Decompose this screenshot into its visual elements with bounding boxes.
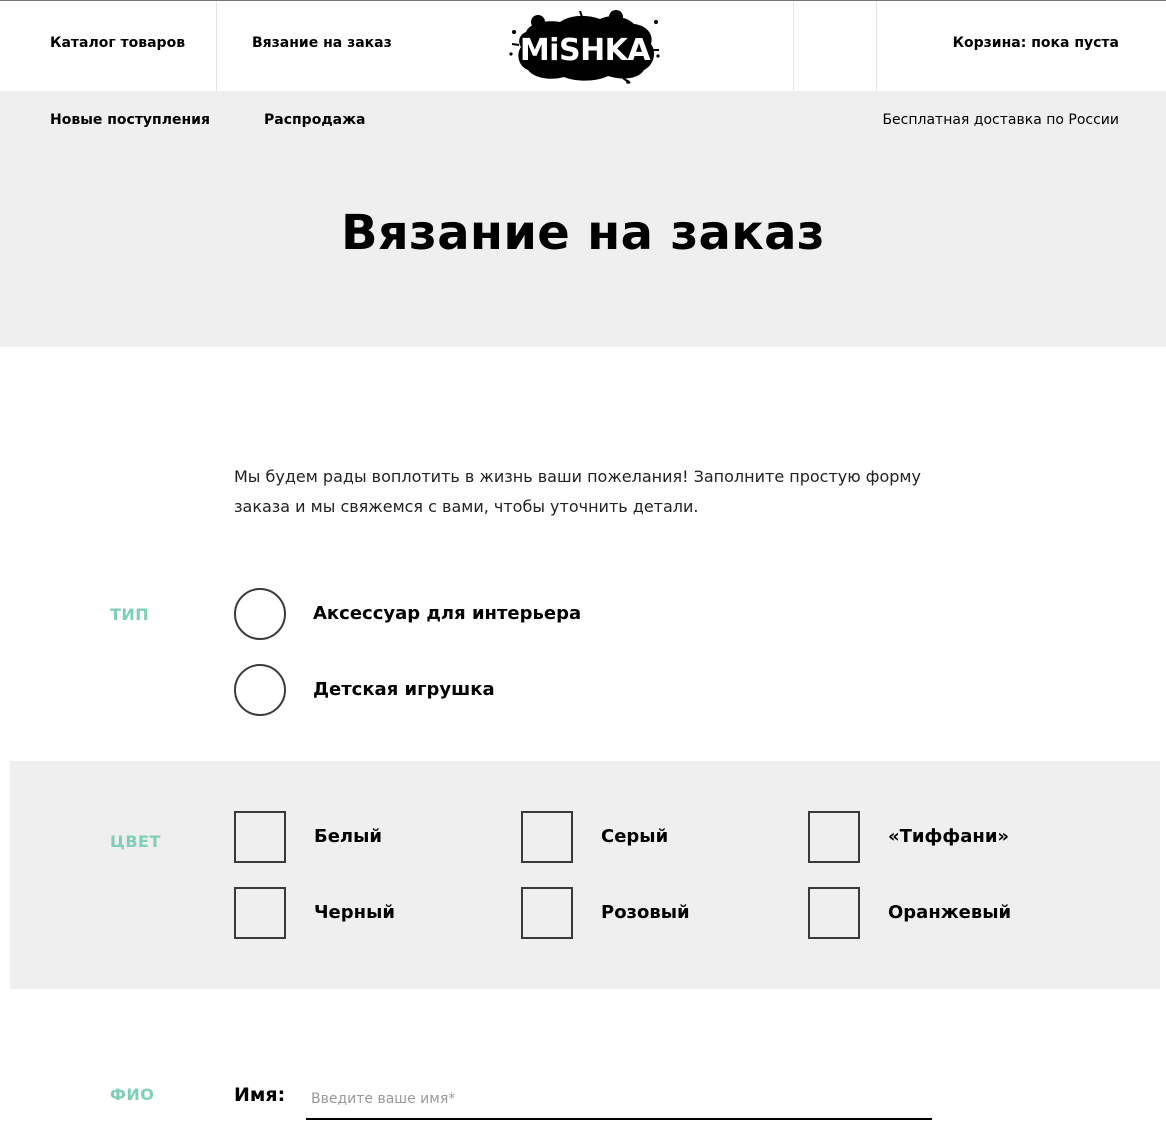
checkbox-label: Розовый <box>601 902 690 923</box>
color-section-label: ЦВЕТ <box>110 832 161 851</box>
nav-sale-link[interactable]: Распродажа <box>264 111 365 129</box>
color-option-gray[interactable]: Серый <box>521 811 668 863</box>
checkbox[interactable] <box>808 887 860 939</box>
first-name-label: Имя: <box>234 1084 286 1106</box>
checkbox-label: Белый <box>314 826 383 847</box>
nav-new-arrivals-link[interactable]: Новые поступления <box>50 111 210 129</box>
type-option-kids-toy[interactable]: Детская игрушка <box>234 664 495 716</box>
page-title: Вязание на заказ <box>341 205 825 261</box>
cart-link[interactable]: Корзина: пока пуста <box>953 34 1119 52</box>
radio-label: Аксессуар для интерьера <box>313 603 582 624</box>
nav-catalog-link[interactable]: Каталог товаров <box>50 34 185 52</box>
color-option-pink[interactable]: Розовый <box>521 887 690 939</box>
checkbox[interactable] <box>234 887 286 939</box>
color-section <box>10 761 1160 989</box>
checkbox-label: «Тиффани» <box>888 826 1010 847</box>
intro-text: Мы будем рады воплотить в жизнь ваши пож… <box>234 467 921 516</box>
checkbox[interactable] <box>521 811 573 863</box>
nav-custom-knitting-link[interactable]: Вязание на заказ <box>252 34 392 52</box>
header-divider <box>216 1 217 91</box>
color-option-black[interactable]: Черный <box>234 887 395 939</box>
type-section-label: ТИП <box>110 605 150 624</box>
checkbox-label: Серый <box>601 826 669 847</box>
color-option-tiffany[interactable]: «Тиффани» <box>808 811 1009 863</box>
mishka-logo[interactable]: MiSHKA <box>508 10 660 84</box>
color-option-white[interactable]: Белый <box>234 811 382 863</box>
checkbox[interactable] <box>234 811 286 863</box>
checkbox-label: Оранжевый <box>888 902 1012 923</box>
checkbox-label: Черный <box>314 902 395 923</box>
type-option-interior-accessory[interactable]: Аксессуар для интерьера <box>234 588 581 640</box>
name-section-label: ФИО <box>110 1085 155 1104</box>
radio-button[interactable] <box>234 588 286 640</box>
checkbox[interactable] <box>808 811 860 863</box>
radio-label: Детская игрушка <box>313 679 495 700</box>
header-divider <box>876 1 877 91</box>
checkbox[interactable] <box>521 887 573 939</box>
free-delivery-note: Бесплатная доставка по России <box>882 112 1119 128</box>
radio-button[interactable] <box>234 664 286 716</box>
first-name-input[interactable] <box>306 1080 932 1120</box>
color-option-orange[interactable]: Оранжевый <box>808 887 1011 939</box>
header-divider <box>793 1 794 91</box>
logo-text: MiSHKA <box>520 33 652 68</box>
